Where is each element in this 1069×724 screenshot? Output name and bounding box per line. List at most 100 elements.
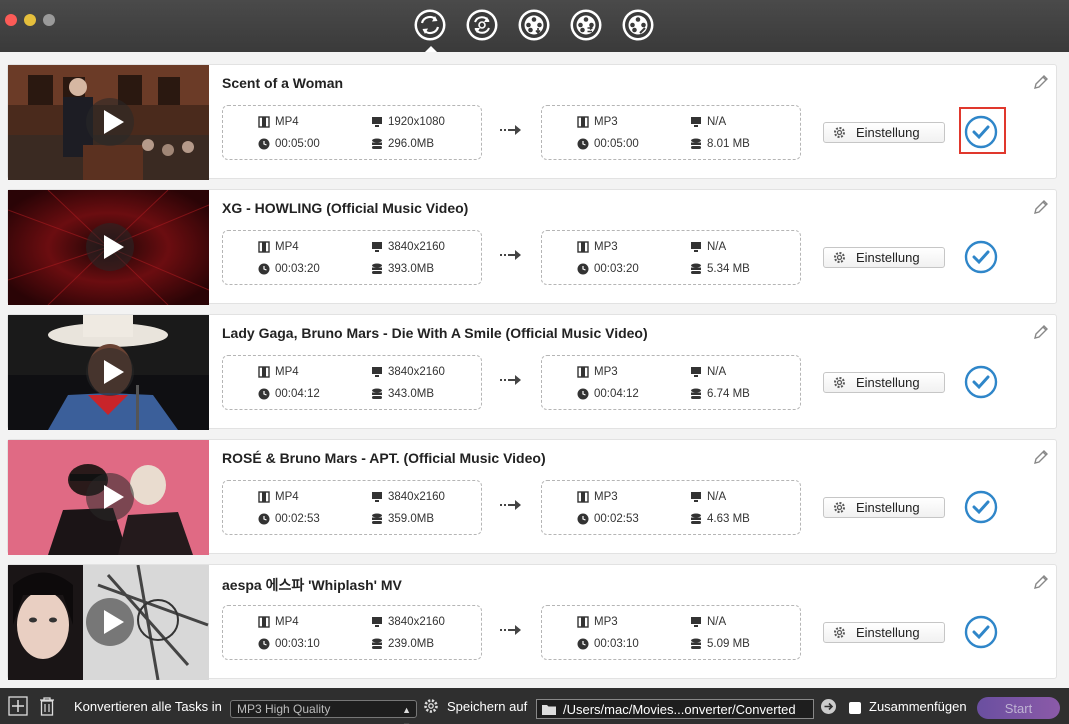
video-thumbnail[interactable] (8, 65, 209, 180)
check-circle-icon[interactable] (964, 490, 998, 524)
check-circle-icon[interactable] (964, 615, 998, 649)
source-resolution: 3840x2160 (388, 616, 445, 628)
video-title: ROSÉ & Bruno Mars - APT. (Official Music… (222, 450, 546, 466)
database-icon (691, 388, 701, 399)
video-thumbnail[interactable] (8, 440, 209, 555)
task-card: Scent of a Woman MP4 1920x1080 00:05:00 … (7, 64, 1057, 180)
source-duration: 00:05:00 (275, 138, 320, 150)
task-card: ROSÉ & Bruno Mars - APT. (Official Music… (7, 439, 1057, 555)
play-button[interactable] (86, 223, 134, 271)
play-button[interactable] (86, 98, 134, 146)
source-info-box: MP4 3840x2160 00:04:12 343.0MB (222, 355, 482, 410)
clock-icon (258, 138, 270, 150)
tab-convert[interactable] (413, 8, 447, 42)
monitor-icon (372, 367, 382, 377)
tab-film-convert[interactable] (569, 8, 603, 42)
gear-icon (834, 502, 845, 513)
pencil-icon[interactable] (1032, 448, 1050, 466)
settings-label: Einstellung (856, 375, 920, 390)
database-icon (372, 513, 382, 524)
film-icon (577, 616, 589, 628)
target-resolution: N/A (707, 116, 727, 128)
database-icon (691, 638, 701, 649)
target-info-box: MP3 N/A 00:02:53 4.63 MB (541, 480, 801, 535)
video-thumbnail[interactable] (8, 315, 209, 430)
tab-download[interactable] (517, 8, 551, 42)
settings-button[interactable]: Einstellung (823, 497, 945, 518)
task-card: aespa 에스파 'Whiplash' MV MP4 3840x2160 00… (7, 564, 1057, 680)
settings-button[interactable]: Einstellung (823, 247, 945, 268)
add-button[interactable] (8, 688, 28, 724)
convert-all-label: Konvertieren alle Tasks in (74, 698, 222, 714)
source-resolution: 3840x2160 (388, 366, 445, 378)
monitor-icon (691, 492, 701, 502)
film-icon (577, 491, 589, 503)
minimize-window-button[interactable] (24, 14, 36, 26)
preset-settings-button[interactable] (423, 688, 439, 724)
play-button[interactable] (86, 348, 134, 396)
source-format: MP4 (275, 116, 299, 128)
source-duration: 00:03:20 (275, 263, 320, 275)
tab-film-edit[interactable] (621, 8, 655, 42)
output-path: /Users/mac/Movies...onverter/Converted (563, 701, 796, 717)
database-icon (372, 638, 382, 649)
close-window-button[interactable] (5, 14, 17, 26)
output-path-field[interactable]: /Users/mac/Movies...onverter/Converted (536, 699, 814, 719)
convert-arrow-icon (500, 625, 521, 635)
zoom-window-button[interactable] (43, 14, 55, 26)
open-folder-button[interactable] (820, 688, 837, 724)
target-resolution: N/A (707, 616, 727, 628)
film-icon (258, 616, 270, 628)
target-resolution: N/A (707, 491, 727, 503)
target-format: MP3 (594, 366, 618, 378)
target-size: 4.63 MB (707, 513, 750, 525)
pencil-icon[interactable] (1032, 198, 1050, 216)
monitor-icon (691, 367, 701, 377)
target-info-box: MP3 N/A 00:03:20 5.34 MB (541, 230, 801, 285)
video-title: aespa 에스파 'Whiplash' MV (222, 577, 402, 593)
settings-button[interactable]: Einstellung (823, 122, 945, 143)
tab-refresh[interactable] (465, 8, 499, 42)
settings-button[interactable]: Einstellung (823, 622, 945, 643)
check-circle-icon[interactable] (964, 365, 998, 399)
start-button[interactable]: Start (977, 697, 1060, 719)
merge-label: Zusammenfügen (869, 698, 967, 714)
source-size: 343.0MB (388, 388, 435, 400)
target-resolution: N/A (707, 241, 727, 253)
gear-icon (834, 127, 845, 138)
pencil-icon[interactable] (1032, 573, 1050, 591)
target-duration: 00:04:12 (594, 388, 639, 400)
source-info-box: MP4 1920x1080 00:05:00 296.0MB (222, 105, 482, 160)
pencil-icon[interactable] (1032, 323, 1050, 341)
pencil-icon[interactable] (1032, 73, 1050, 91)
source-format: MP4 (275, 366, 299, 378)
source-resolution: 3840x2160 (388, 491, 445, 503)
check-circle-icon[interactable] (964, 240, 998, 274)
video-title: Scent of a Woman (222, 75, 344, 91)
play-button[interactable] (86, 598, 134, 646)
gear-icon (424, 699, 438, 713)
film-icon (258, 366, 270, 378)
video-thumbnail[interactable] (8, 565, 209, 680)
merge-checkbox[interactable] (849, 702, 861, 714)
source-duration: 00:03:10 (275, 638, 320, 650)
source-size: 359.0MB (388, 513, 435, 525)
play-button[interactable] (86, 473, 134, 521)
task-list: Scent of a Woman MP4 1920x1080 00:05:00 … (0, 52, 1069, 688)
convert-arrow-icon (500, 500, 521, 510)
clock-icon (258, 638, 270, 650)
settings-button[interactable]: Einstellung (823, 372, 945, 393)
film-icon (258, 241, 270, 253)
preset-select[interactable]: MP3 High Quality ▲▼ (230, 700, 417, 724)
video-title: XG - HOWLING (Official Music Video) (222, 200, 469, 216)
delete-button[interactable] (38, 688, 56, 724)
convert-arrow-icon (500, 125, 521, 135)
target-format: MP3 (594, 616, 618, 628)
video-title: Lady Gaga, Bruno Mars - Die With A Smile… (222, 325, 648, 341)
clock-icon (258, 388, 270, 400)
bottom-toolbar: Konvertieren alle Tasks in MP3 High Qual… (0, 688, 1069, 724)
film-icon (577, 116, 589, 128)
monitor-icon (372, 242, 382, 252)
video-thumbnail[interactable] (8, 190, 209, 305)
convert-arrow-icon (500, 375, 521, 385)
